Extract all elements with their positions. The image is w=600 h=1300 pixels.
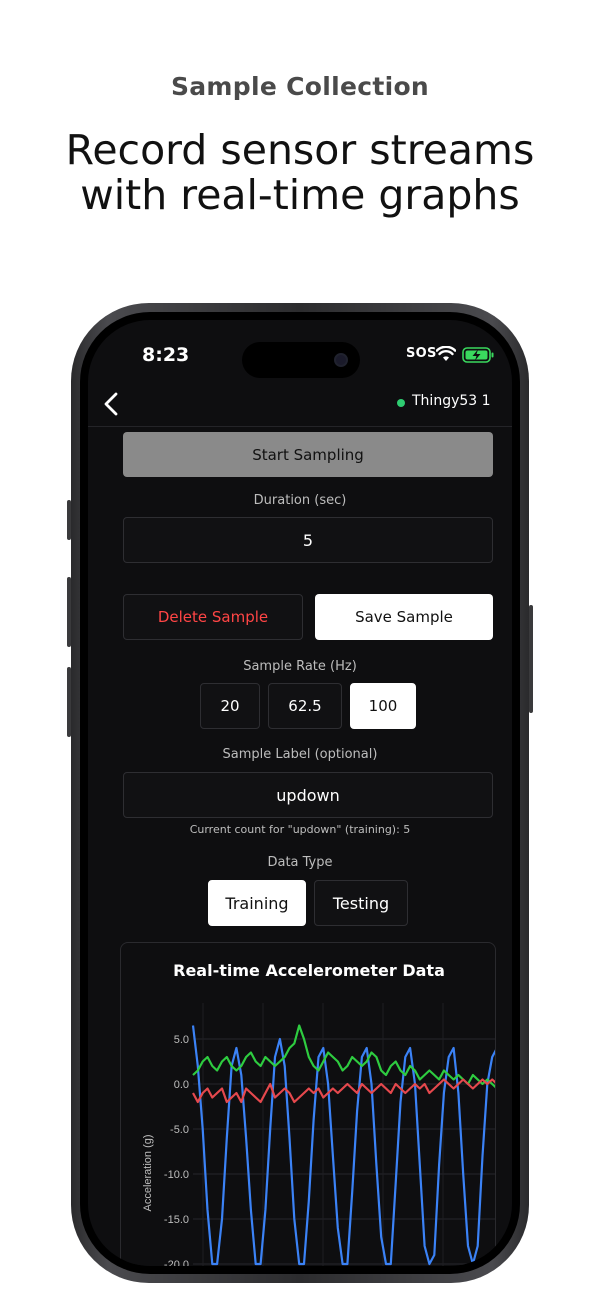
- y-axis-label: Acceleration (g): [142, 1134, 154, 1211]
- sample-label-input[interactable]: updown: [123, 772, 493, 818]
- action-button: [67, 500, 71, 540]
- sos-indicator: SOS: [406, 346, 437, 361]
- accelerometer-chart-card: Real-time Accelerometer Data 5.0 0.0 -5.0-…: [120, 942, 496, 1266]
- duration-input[interactable]: 5: [123, 517, 493, 563]
- y-tick-label: -10.0: [164, 1169, 189, 1181]
- rate-option-100[interactable]: 100: [350, 683, 416, 729]
- wifi-icon: [436, 346, 456, 361]
- phone-bezel: 8:23 SOS Thingy53 1 Start Sampling Durat…: [80, 312, 520, 1274]
- data-type-testing[interactable]: Testing: [314, 880, 408, 926]
- delete-sample-button[interactable]: Delete Sample: [123, 594, 303, 640]
- save-sample-button[interactable]: Save Sample: [315, 594, 493, 640]
- back-chevron-icon[interactable]: [100, 390, 124, 418]
- app-screen: 8:23 SOS Thingy53 1 Start Sampling Durat…: [88, 320, 512, 1266]
- camera-icon: [334, 353, 348, 367]
- dynamic-island: [242, 342, 360, 378]
- rate-option-20[interactable]: 20: [200, 683, 260, 729]
- volume-down-button: [67, 667, 71, 737]
- y-tick-label: 0.0: [174, 1079, 189, 1091]
- power-button: [529, 605, 533, 713]
- series-line-2: [192, 1078, 495, 1104]
- rate-option-62-5[interactable]: 62.5: [268, 683, 342, 729]
- connection-status-dot: [397, 399, 405, 407]
- series-line-0: [191, 1025, 495, 1266]
- y-tick-label: 5.0: [174, 1034, 189, 1046]
- status-time: 8:23: [142, 344, 190, 366]
- y-tick-label: -20.0: [164, 1259, 189, 1266]
- y-tick-label: -5.0: [170, 1124, 189, 1136]
- sample-rate-label: Sample Rate (Hz): [243, 659, 357, 674]
- battery-charging-icon: [462, 347, 494, 363]
- device-name: Thingy53 1: [412, 393, 491, 409]
- duration-label: Duration (sec): [253, 493, 347, 508]
- data-type-label: Data Type: [267, 855, 333, 870]
- promo-kicker: Sample Collection: [170, 72, 430, 101]
- sample-label-label: Sample Label (optional): [222, 747, 378, 762]
- volume-up-button: [67, 577, 71, 647]
- y-tick-label: -15.0: [164, 1214, 189, 1226]
- accelerometer-chart: 5.0 0.0 -5.0 -10.0 -15.0 -20.0 Acceleration (g…: [142, 1003, 495, 1266]
- promo-headline: Record sensor streams with real-time gra…: [65, 126, 535, 219]
- data-type-training[interactable]: Training: [208, 880, 306, 926]
- start-sampling-button[interactable]: Start Sampling: [123, 432, 493, 477]
- nav-divider: [88, 426, 512, 427]
- current-count-text: Current count for "updown" (training): 5: [189, 823, 411, 836]
